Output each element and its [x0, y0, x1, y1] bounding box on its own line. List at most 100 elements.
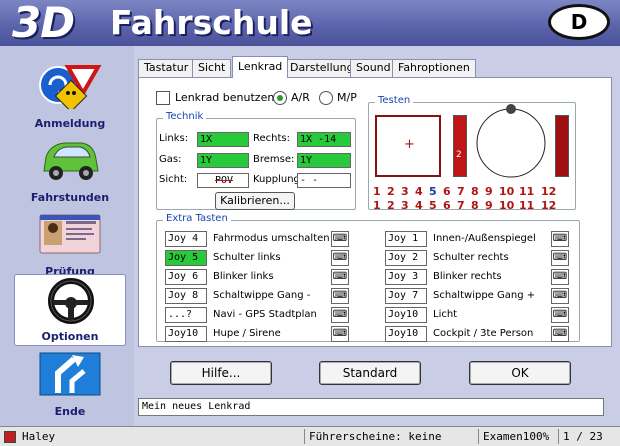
radio-ar-label: A/R — [291, 91, 310, 104]
tab-tastatur[interactable]: Tastatur — [138, 59, 195, 77]
joy-binding[interactable]: Joy 2 — [385, 250, 427, 266]
sidebar-item-fahrstunden[interactable]: Fahrstunden — [14, 134, 126, 206]
kupplung-label: Kupplung: — [253, 174, 304, 185]
joy-binding[interactable]: Joy10 — [385, 326, 427, 342]
sidebar-item-pruefung[interactable]: Prüfung — [14, 208, 126, 280]
sidebar-item-optionen[interactable]: Optionen — [14, 274, 126, 346]
extra-action-label: Schaltwippe Gang + — [433, 290, 536, 301]
technik-group: Technik Links: 1X Rechts: 1X -14 Gas: 1Y… — [156, 111, 356, 210]
tab-sicht[interactable]: Sicht — [192, 59, 232, 77]
keyboard-icon[interactable]: ⌨ — [331, 307, 349, 323]
user-flag-icon — [4, 431, 16, 443]
keyboard-icon[interactable]: ⌨ — [331, 269, 349, 285]
radio-ar[interactable] — [273, 91, 287, 105]
test-button-row1: 7 — [457, 185, 465, 198]
sicht-label: Sicht: — [159, 174, 188, 185]
crosshair-icon: + — [404, 137, 415, 152]
tab-fahroptionen[interactable]: Fahroptionen — [392, 59, 476, 77]
joy-binding[interactable]: Joy 4 — [165, 231, 207, 247]
joy-binding[interactable]: Joy10 — [385, 307, 427, 323]
language-badge[interactable]: D — [548, 4, 610, 40]
status-page: 1 / 23 — [558, 429, 618, 444]
keyboard-icon[interactable]: ⌨ — [551, 307, 569, 323]
extra-action-label: Schulter links — [213, 252, 281, 263]
joy-binding[interactable]: Joy10 — [165, 326, 207, 342]
joy-binding[interactable]: Joy 5 — [165, 250, 207, 266]
standard-button[interactable]: Standard — [319, 361, 421, 385]
joy-binding[interactable]: Joy 7 — [385, 288, 427, 304]
keyboard-icon[interactable]: ⌨ — [331, 231, 349, 247]
sidebar: Anmeldung Fahrstunden Prüfung Optionen E… — [0, 46, 134, 426]
app-title: Fahrschule — [110, 3, 313, 42]
keyboard-icon[interactable]: ⌨ — [551, 326, 569, 342]
tab-darstellung[interactable]: Darstellung — [284, 59, 360, 77]
sidebar-item-label: Optionen — [41, 330, 99, 343]
keyboard-icon[interactable]: ⌨ — [551, 231, 569, 247]
tab-sound[interactable]: Sound — [350, 59, 397, 77]
test-button-row2: 11 — [519, 199, 535, 212]
joy-binding[interactable]: Joy 1 — [385, 231, 427, 247]
tab-lenkrad[interactable]: Lenkrad — [232, 56, 289, 78]
keyboard-icon[interactable]: ⌨ — [551, 269, 569, 285]
test-button-row1: 4 — [415, 185, 423, 198]
test-button-row2: 5 — [429, 199, 437, 212]
keyboard-icon[interactable]: ⌨ — [331, 326, 349, 342]
joy-binding[interactable]: Joy 8 — [165, 288, 207, 304]
calibrate-button[interactable]: Kalibrieren... — [215, 192, 295, 210]
test-button-row1: 9 — [485, 185, 493, 198]
extra-action-label: Fahrmodus umschalten — [213, 233, 330, 244]
keyboard-icon[interactable]: ⌨ — [331, 288, 349, 304]
bremse-value[interactable]: 1Y — [297, 153, 351, 168]
test-button-row2: 3 — [401, 199, 409, 212]
joy-binding[interactable]: ...? — [165, 307, 207, 323]
test-button-row1: 8 — [471, 185, 479, 198]
test-button-row1: 11 — [519, 185, 535, 198]
extra-action-label: Hupe / Sirene — [213, 328, 281, 339]
keyboard-icon[interactable]: ⌨ — [331, 250, 349, 266]
radio-mp[interactable] — [319, 91, 333, 105]
test-button-row1: 2 — [387, 185, 395, 198]
help-button[interactable]: Hilfe... — [170, 361, 272, 385]
status-licenses: Führerscheine: keine — [304, 429, 478, 444]
test-button-row1: 1 — [373, 185, 381, 198]
test-button-row1: 6 — [443, 185, 451, 198]
extra-action-label: Navi - GPS Stadtplan — [213, 309, 317, 320]
links-value[interactable]: 1X — [197, 132, 249, 147]
sidebar-item-label: Anmeldung — [34, 117, 106, 130]
extra-action-label: Cockpit / 3te Person — [433, 328, 534, 339]
test-button-row2: 9 — [485, 199, 493, 212]
links-label: Links: — [159, 133, 189, 144]
extra-action-label: Innen-/Außenspiegel — [433, 233, 536, 244]
sicht-value[interactable]: POV — [197, 173, 249, 188]
test-button-row1: 3 — [401, 185, 409, 198]
ok-button[interactable]: OK — [469, 361, 571, 385]
joy-binding[interactable]: Joy 3 — [385, 269, 427, 285]
test-button-row2: 12 — [541, 199, 557, 212]
pedal-bar-right — [555, 115, 569, 177]
exit-sign-icon — [39, 352, 101, 396]
rechts-label: Rechts: — [253, 133, 290, 144]
app-header: 3D Fahrschule D — [0, 0, 620, 46]
xy-test-field: + — [375, 115, 441, 177]
gas-value[interactable]: 1Y — [197, 153, 249, 168]
joy-binding[interactable]: Joy 6 — [165, 269, 207, 285]
keyboard-icon[interactable]: ⌨ — [551, 250, 569, 266]
extra-action-label: Schulter rechts — [433, 252, 509, 263]
testen-title: Testen — [375, 95, 414, 106]
license-card-icon — [39, 214, 101, 254]
lenkrad-checkbox[interactable] — [156, 91, 170, 105]
main-panel: Tastatur Sicht Lenkrad Darstellung Sound… — [134, 46, 620, 426]
sidebar-item-label: Ende — [54, 405, 86, 418]
testen-group: Testen + 2 1 2 3 4 5 6 7 8 9 10 11 12 1 2 3 4 5 6 7 8 9 10 11… — [368, 95, 576, 212]
test-button-row1: 12 — [541, 185, 557, 198]
radio-mp-label: M/P — [337, 91, 357, 104]
keyboard-icon[interactable]: ⌨ — [551, 288, 569, 304]
extra-action-label: Licht — [433, 309, 458, 320]
extra-action-label: Blinker links — [213, 271, 274, 282]
test-button-row1: 5 — [429, 185, 437, 198]
sidebar-item-anmeldung[interactable]: Anmeldung — [14, 60, 126, 132]
rechts-value[interactable]: 1X -14 — [297, 132, 351, 147]
test-button-row2: 1 — [373, 199, 381, 212]
kupplung-value[interactable]: - - — [297, 173, 351, 188]
sidebar-item-ende[interactable]: Ende — [14, 348, 126, 420]
